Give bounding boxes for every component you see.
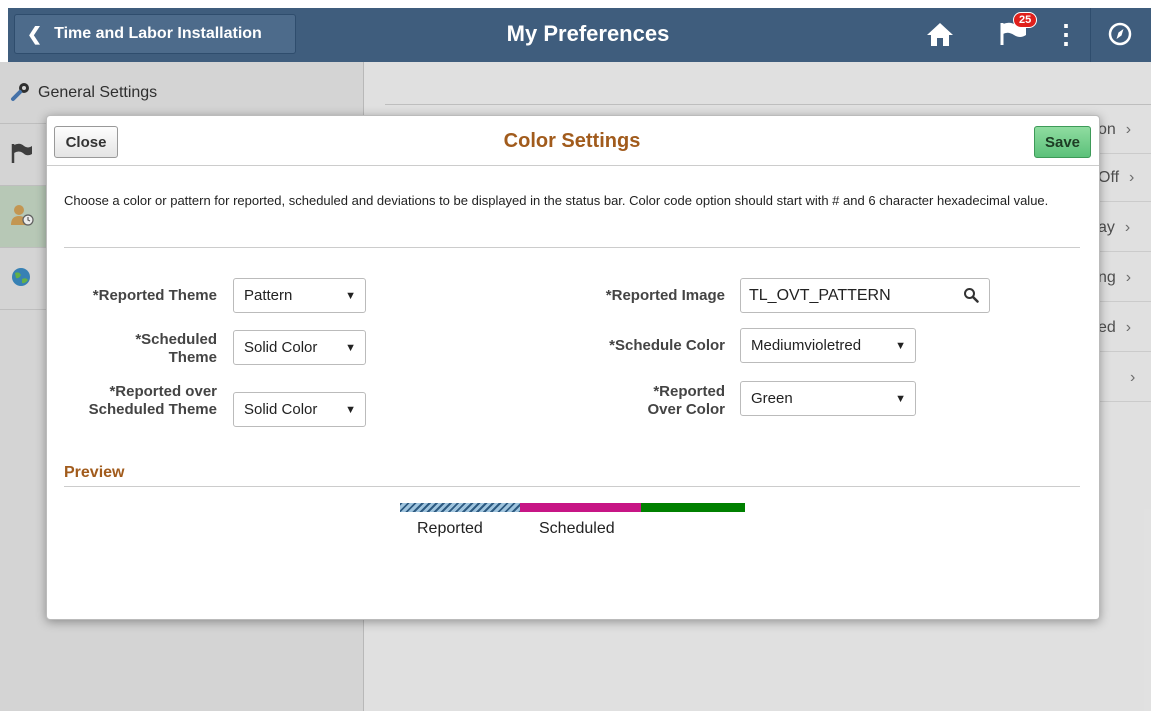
- divider: [64, 247, 1080, 248]
- reported-over-color-select[interactable]: Green ▼: [740, 381, 916, 416]
- reported-theme-label: *Reported Theme: [92, 287, 217, 304]
- save-button[interactable]: Save: [1034, 126, 1091, 158]
- reported-over-color-label-text: *Reported Over Color: [647, 383, 725, 418]
- preview-bar-scheduled: [520, 503, 641, 512]
- dropdown-arrow-icon: ▼: [895, 392, 906, 405]
- compass-icon[interactable]: [1102, 16, 1138, 52]
- reported-over-scheduled-theme-select[interactable]: Solid Color ▼: [233, 392, 366, 427]
- back-button[interactable]: ❮ Time and Labor Installation: [14, 14, 296, 54]
- schedule-color-select[interactable]: Mediumvioletred ▼: [740, 328, 916, 363]
- dropdown-arrow-icon: ▼: [895, 339, 906, 352]
- reported-over-scheduled-theme-label-text: *Reported over Scheduled Theme: [88, 383, 217, 418]
- preview-bar-reported: [400, 503, 520, 512]
- page-title: My Preferences: [506, 21, 670, 46]
- reported-image-input[interactable]: TL_OVT_PATTERN: [740, 278, 990, 313]
- reported-over-scheduled-theme-value: Solid Color: [244, 401, 318, 418]
- notification-badge: 25: [1013, 12, 1038, 28]
- home-icon[interactable]: [922, 16, 958, 52]
- back-button-label: Time and Labor Installation: [54, 25, 262, 42]
- reported-image-value: TL_OVT_PATTERN: [749, 286, 891, 304]
- scheduled-theme-label: *Scheduled Theme: [47, 331, 217, 367]
- preview-bar-reported-over: [641, 503, 745, 512]
- scheduled-theme-value: Solid Color: [244, 339, 318, 356]
- preview-reported-label: Reported: [417, 520, 483, 537]
- dropdown-arrow-icon: ▼: [345, 341, 356, 354]
- close-button[interactable]: Close: [54, 126, 118, 158]
- reported-theme-select[interactable]: Pattern ▼: [233, 278, 366, 313]
- reported-over-color-label: *Reported Over Color: [555, 383, 725, 419]
- reported-theme-value: Pattern: [244, 287, 293, 304]
- scheduled-theme-label-text: *Scheduled Theme: [135, 331, 217, 366]
- preview-divider: [64, 486, 1080, 487]
- kebab-menu-icon[interactable]: ⋮: [1053, 16, 1079, 52]
- reported-over-scheduled-theme-label: *Reported over Scheduled Theme: [47, 383, 217, 419]
- dialog-title: Color Settings: [503, 130, 641, 152]
- schedule-color-label: *Schedule Color: [609, 337, 725, 354]
- dropdown-arrow-icon: ▼: [345, 403, 356, 416]
- color-settings-dialog: Close Color Settings Save Choose a color…: [46, 115, 1100, 620]
- reported-image-label: *Reported Image: [605, 287, 725, 304]
- preview-heading: Preview: [64, 464, 125, 481]
- chevron-left-icon: ❮: [27, 23, 43, 44]
- instructions-text: Choose a color or pattern for reported, …: [64, 193, 1049, 208]
- preview-scheduled-label: Scheduled: [539, 520, 615, 537]
- nav-divider: [1090, 8, 1091, 62]
- top-navigation-bar: ❮ Time and Labor Installation My Prefere…: [0, 0, 1151, 62]
- dropdown-arrow-icon: ▼: [345, 289, 356, 302]
- dialog-header: Close Color Settings Save: [47, 116, 1099, 166]
- reported-over-color-value: Green: [751, 390, 793, 407]
- scheduled-theme-select[interactable]: Solid Color ▼: [233, 330, 366, 365]
- schedule-color-value: Mediumvioletred: [751, 337, 862, 354]
- search-icon[interactable]: [963, 287, 979, 308]
